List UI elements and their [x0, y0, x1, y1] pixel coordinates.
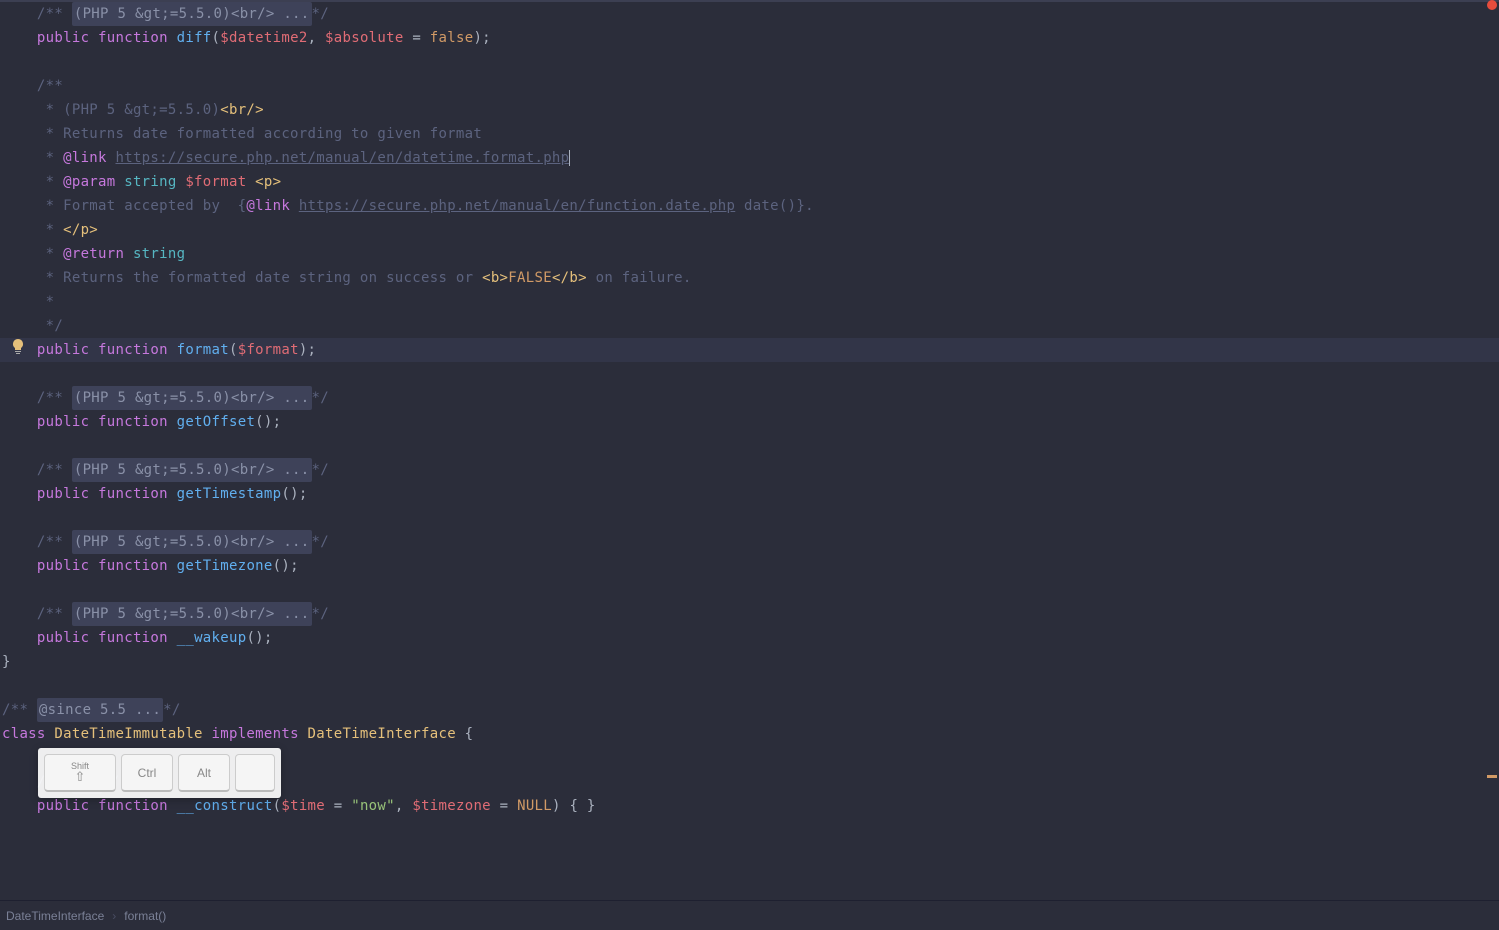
code-line[interactable]: public function __wakeup();: [0, 626, 1499, 650]
code-line[interactable]: public function diff($datetime2, $absolu…: [0, 26, 1499, 50]
keycap-blank: [235, 754, 275, 792]
doc-link[interactable]: https://secure.php.net/manual/en/functio…: [299, 194, 735, 218]
keycap-alt: Alt: [178, 754, 230, 792]
blank-line: [0, 578, 1499, 602]
breadcrumb-item[interactable]: format(): [124, 909, 166, 923]
code-line[interactable]: * Returns date formatted according to gi…: [0, 122, 1499, 146]
code-line[interactable]: * </p>: [0, 218, 1499, 242]
fold-marker[interactable]: (PHP 5 &gt;=5.5.0)<br/> ...: [72, 386, 312, 410]
blank-line: [0, 50, 1499, 74]
fold-marker[interactable]: (PHP 5 &gt;=5.5.0)<br/> ...: [72, 602, 312, 626]
code-line[interactable]: * (PHP 5 &gt;=5.5.0)<br/>: [0, 98, 1499, 122]
code-line[interactable]: public function getTimestamp();: [0, 482, 1499, 506]
code-line[interactable]: /** (PHP 5 &gt;=5.5.0)<br/> ...*/: [0, 386, 1499, 410]
code-line[interactable]: */: [0, 314, 1499, 338]
code-line[interactable]: /** (PHP 5 &gt;=5.5.0)<br/> ...*/: [0, 602, 1499, 626]
intention-bulb-icon[interactable]: [10, 338, 26, 354]
text-cursor: [569, 150, 570, 166]
code-line[interactable]: * @link https://secure.php.net/manual/en…: [0, 146, 1499, 170]
breadcrumb-item[interactable]: DateTimeInterface: [6, 909, 104, 923]
fold-marker[interactable]: (PHP 5 &gt;=5.5.0)<br/> ...: [72, 2, 312, 26]
blank-line: [0, 506, 1499, 530]
code-line[interactable]: /** @since 5.5 ...*/: [0, 698, 1499, 722]
keycap-shift: Shift ⇧: [44, 754, 116, 792]
code-line[interactable]: /** (PHP 5 &gt;=5.5.0)<br/> ...*/: [0, 530, 1499, 554]
code-line[interactable]: /**: [0, 74, 1499, 98]
code-line[interactable]: public function getTimezone();: [0, 554, 1499, 578]
fold-marker[interactable]: (PHP 5 &gt;=5.5.0)<br/> ...: [72, 458, 312, 482]
fold-marker[interactable]: (PHP 5 &gt;=5.5.0)<br/> ...: [72, 530, 312, 554]
code-line[interactable]: * Returns the formatted date string on s…: [0, 266, 1499, 290]
keycap-ctrl: Ctrl: [121, 754, 173, 792]
code-editor[interactable]: /** (PHP 5 &gt;=5.5.0)<br/> ...*/ public…: [0, 2, 1499, 818]
keycap-overlay: Shift ⇧ Ctrl Alt: [38, 748, 281, 798]
doc-link[interactable]: https://secure.php.net/manual/en/datetim…: [116, 146, 570, 170]
code-line-active[interactable]: public function format($format);: [0, 338, 1499, 362]
fold-marker[interactable]: @since 5.5 ...: [37, 698, 163, 722]
code-line[interactable]: /** (PHP 5 &gt;=5.5.0)<br/> ...*/: [0, 2, 1499, 26]
code-line[interactable]: * Format accepted by {@link https://secu…: [0, 194, 1499, 218]
code-line[interactable]: * @return string: [0, 242, 1499, 266]
shift-arrow-icon: ⇧: [75, 769, 86, 785]
code-line[interactable]: }: [0, 650, 1499, 674]
code-line[interactable]: class DateTimeImmutable implements DateT…: [0, 722, 1499, 746]
code-line[interactable]: * @param string $format <p>: [0, 170, 1499, 194]
code-line[interactable]: *: [0, 290, 1499, 314]
code-line[interactable]: /** (PHP 5 &gt;=5.5.0)<br/> ...*/: [0, 458, 1499, 482]
blank-line: [0, 362, 1499, 386]
breadcrumb-separator-icon: ›: [112, 909, 116, 923]
code-line[interactable]: public function getOffset();: [0, 410, 1499, 434]
blank-line: [0, 674, 1499, 698]
blank-line: [0, 434, 1499, 458]
breadcrumb[interactable]: DateTimeInterface › format(): [0, 900, 1499, 930]
